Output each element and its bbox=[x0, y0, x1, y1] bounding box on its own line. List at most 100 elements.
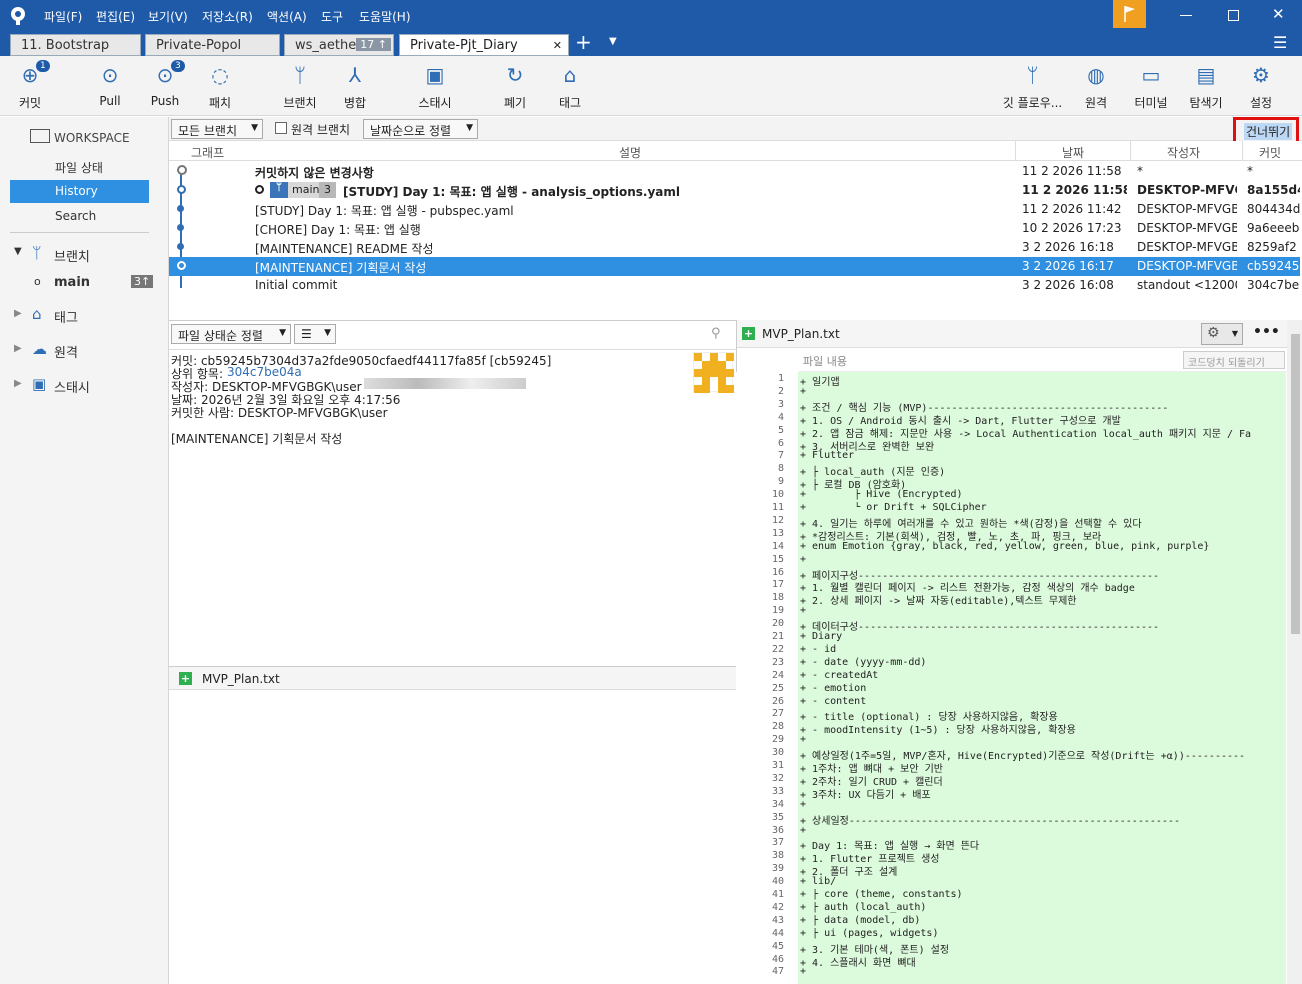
sidebar-remotes-heading[interactable]: 원격 bbox=[54, 342, 78, 361]
line-number: 45 bbox=[771, 940, 784, 952]
revert-hunk-button[interactable]: 코드덩치 되돌리기 bbox=[1183, 351, 1285, 369]
col-date[interactable]: 날짜 bbox=[1062, 144, 1084, 161]
diff-settings-dropdown[interactable]: ⚙ ▼ bbox=[1201, 323, 1243, 345]
tab-badge: 17 ↑ bbox=[356, 38, 391, 51]
hamburger-menu-icon[interactable]: ☰ bbox=[1273, 33, 1287, 52]
sidebar-branch-main[interactable]: main bbox=[54, 275, 90, 290]
push-button[interactable]: ⊙ 3 Push bbox=[135, 60, 195, 108]
list-icon: ☰ bbox=[301, 327, 312, 341]
menu-tools[interactable]: 도구 bbox=[321, 8, 343, 25]
scrollbar[interactable] bbox=[1287, 320, 1302, 984]
tag-button[interactable]: ⌂ 태그 bbox=[540, 62, 600, 111]
line-number: 15 bbox=[771, 553, 784, 565]
flag-button[interactable] bbox=[1113, 0, 1146, 28]
commit-hash: * bbox=[1247, 164, 1253, 178]
line-number: 11 bbox=[771, 502, 784, 513]
menu-help[interactable]: 도움말(H) bbox=[359, 8, 411, 25]
menu-view[interactable]: 보기(V) bbox=[148, 8, 188, 25]
redacted-email bbox=[364, 378, 526, 389]
stash-button[interactable]: ▣ 스태시 bbox=[405, 62, 465, 111]
maximize-button[interactable] bbox=[1228, 10, 1239, 21]
gitflow-button[interactable]: ᛘ 깃 플로우... bbox=[995, 62, 1070, 111]
file-sort-dropdown[interactable]: 파일 상태순 정렬 ▼ bbox=[171, 324, 291, 344]
menu-repository[interactable]: 저장소(R) bbox=[202, 8, 253, 25]
tag-icon: ⌂ bbox=[32, 305, 42, 323]
col-author[interactable]: 작성자 bbox=[1167, 144, 1200, 161]
more-options-icon[interactable]: ••• bbox=[1253, 324, 1280, 340]
sidebar-branches-heading[interactable]: 브랜치 bbox=[54, 246, 90, 265]
chevron-right-icon[interactable]: ▶ bbox=[14, 343, 22, 354]
branch-filter-dropdown[interactable]: 모든 브랜치 ▼ bbox=[171, 119, 263, 139]
commit-description: [STUDY] Day 1: 목표: 앱 실행 - analysis_optio… bbox=[343, 185, 680, 199]
add-tab-button[interactable]: + bbox=[575, 30, 592, 54]
tab-ws-aether[interactable]: ws_aether 17 ↑ bbox=[284, 34, 394, 56]
settings-button[interactable]: ⚙ 설정 bbox=[1231, 62, 1291, 111]
stash-label: 스태시 bbox=[418, 96, 452, 110]
table-row[interactable]: [STUDY] Day 1: 목표: 앱 실행 - pubspec.yaml 1… bbox=[169, 200, 1300, 219]
sidebar-item-history[interactable]: History bbox=[10, 180, 149, 203]
gear-icon: ⚙ bbox=[1207, 325, 1220, 341]
minimize-button[interactable] bbox=[1180, 15, 1192, 16]
workspace-heading: WORKSPACE bbox=[54, 131, 130, 145]
graph-node bbox=[177, 261, 186, 270]
terminal-button[interactable]: ▭ 터미널 bbox=[1121, 62, 1181, 111]
commit-details-pane: 파일 상태순 정렬 ▼ ☰ ▼ ⚲ 커밋: cb59245b7304d37a2fde… bbox=[169, 320, 736, 984]
chevron-right-icon[interactable]: ▶ bbox=[14, 308, 22, 319]
diff-line: + - emotion bbox=[800, 682, 867, 694]
file-list-item[interactable]: + MVP_Plan.txt bbox=[169, 666, 736, 690]
col-commit[interactable]: 커밋 bbox=[1259, 144, 1281, 161]
commit-message: [MAINTENANCE] 기획문서 작성 bbox=[171, 432, 343, 446]
view-mode-dropdown[interactable]: ☰ ▼ bbox=[294, 324, 336, 344]
remote-branches-checkbox[interactable] bbox=[275, 122, 287, 134]
line-number: 36 bbox=[771, 824, 784, 836]
commit-description: [MAINTENANCE] README 작성 bbox=[255, 242, 434, 256]
chevron-down-icon[interactable]: ▼ bbox=[14, 246, 22, 257]
tab-private-popol[interactable]: Private-Popol bbox=[145, 34, 280, 56]
col-graph[interactable]: 그래프 bbox=[191, 144, 224, 161]
discard-button[interactable]: ↻ 폐기 bbox=[485, 62, 545, 111]
fetch-button[interactable]: ◌ 패치 bbox=[190, 62, 250, 111]
diff-line: + bbox=[800, 553, 807, 565]
chevron-right-icon[interactable]: ▶ bbox=[14, 378, 22, 389]
col-description[interactable]: 설명 bbox=[619, 144, 641, 161]
table-row[interactable]: 커밋하지 않은 변경사항 11 2 2026 11:58 * * bbox=[169, 162, 1300, 181]
push-badge: 3 bbox=[171, 60, 185, 72]
tag-icon: ⌂ bbox=[563, 63, 577, 87]
table-row[interactable]: [MAINTENANCE] 기획문서 작성 3 2 2026 16:17 DES… bbox=[169, 257, 1300, 276]
line-number: 8 bbox=[777, 463, 784, 475]
pull-button[interactable]: ⊙ Pull bbox=[80, 62, 140, 108]
skip-label: 건너뛰기 bbox=[1244, 123, 1293, 140]
menu-file[interactable]: 파일(F) bbox=[44, 8, 82, 25]
sidebar-item-file-status[interactable]: 파일 상태 bbox=[10, 155, 149, 178]
commit-hash: 8259af2 bbox=[1247, 240, 1297, 254]
line-number: 31 bbox=[771, 760, 784, 771]
line-number: 6 bbox=[777, 437, 784, 449]
line-number: 13 bbox=[771, 527, 784, 539]
tab-private-pjt-diary[interactable]: Private-Pjt_Diary ✕ bbox=[399, 34, 569, 56]
commit-author: DESKTOP-MFVGE bbox=[1137, 183, 1237, 197]
commit-description: [CHORE] Day 1: 목표: 앱 실행 bbox=[255, 223, 421, 237]
sidebar-item-search[interactable]: Search bbox=[10, 205, 149, 228]
table-row[interactable]: [CHORE] Day 1: 목표: 앱 실행 10 2 2026 17:23 … bbox=[169, 219, 1300, 238]
close-window-button[interactable]: ✕ bbox=[1272, 5, 1285, 23]
merge-button[interactable]: ⅄ 병합 bbox=[325, 62, 385, 111]
parent-hash-link[interactable]: 304c7be04a bbox=[227, 365, 302, 379]
remote-button[interactable]: ◍ 원격 bbox=[1066, 62, 1126, 111]
tab-bootstrap[interactable]: 11. Bootstrap bbox=[10, 34, 141, 56]
sidebar-tags-heading[interactable]: 태그 bbox=[54, 307, 78, 326]
close-tab-icon[interactable]: ✕ bbox=[553, 39, 562, 52]
diff-line: + - createdAt bbox=[800, 669, 879, 681]
sidebar-stashes-heading[interactable]: 스태시 bbox=[54, 377, 90, 396]
menu-actions[interactable]: 액션(A) bbox=[267, 8, 307, 25]
sort-dropdown[interactable]: 날짜순으로 정렬 ▼ bbox=[363, 119, 478, 139]
search-icon[interactable]: ⚲ bbox=[711, 326, 721, 341]
menu-edit[interactable]: 편집(E) bbox=[96, 8, 135, 25]
explorer-button[interactable]: ▤ 탐색기 bbox=[1176, 62, 1236, 111]
tab-list-dropdown-icon[interactable]: ▼ bbox=[609, 36, 617, 47]
branch-button[interactable]: ᛘ 브랜치 bbox=[270, 62, 330, 111]
table-row[interactable]: ᛘ main 3 [STUDY] Day 1: 목표: 앱 실행 - analy… bbox=[169, 181, 1300, 200]
commit-button[interactable]: ⊕ 1 커밋 bbox=[0, 60, 60, 111]
table-row[interactable]: Initial commit 3 2 2026 16:08 standout <… bbox=[169, 276, 1300, 295]
table-row[interactable]: [MAINTENANCE] README 작성 3 2 2026 16:18 D… bbox=[169, 238, 1300, 257]
diff-line: + - content bbox=[800, 695, 867, 707]
